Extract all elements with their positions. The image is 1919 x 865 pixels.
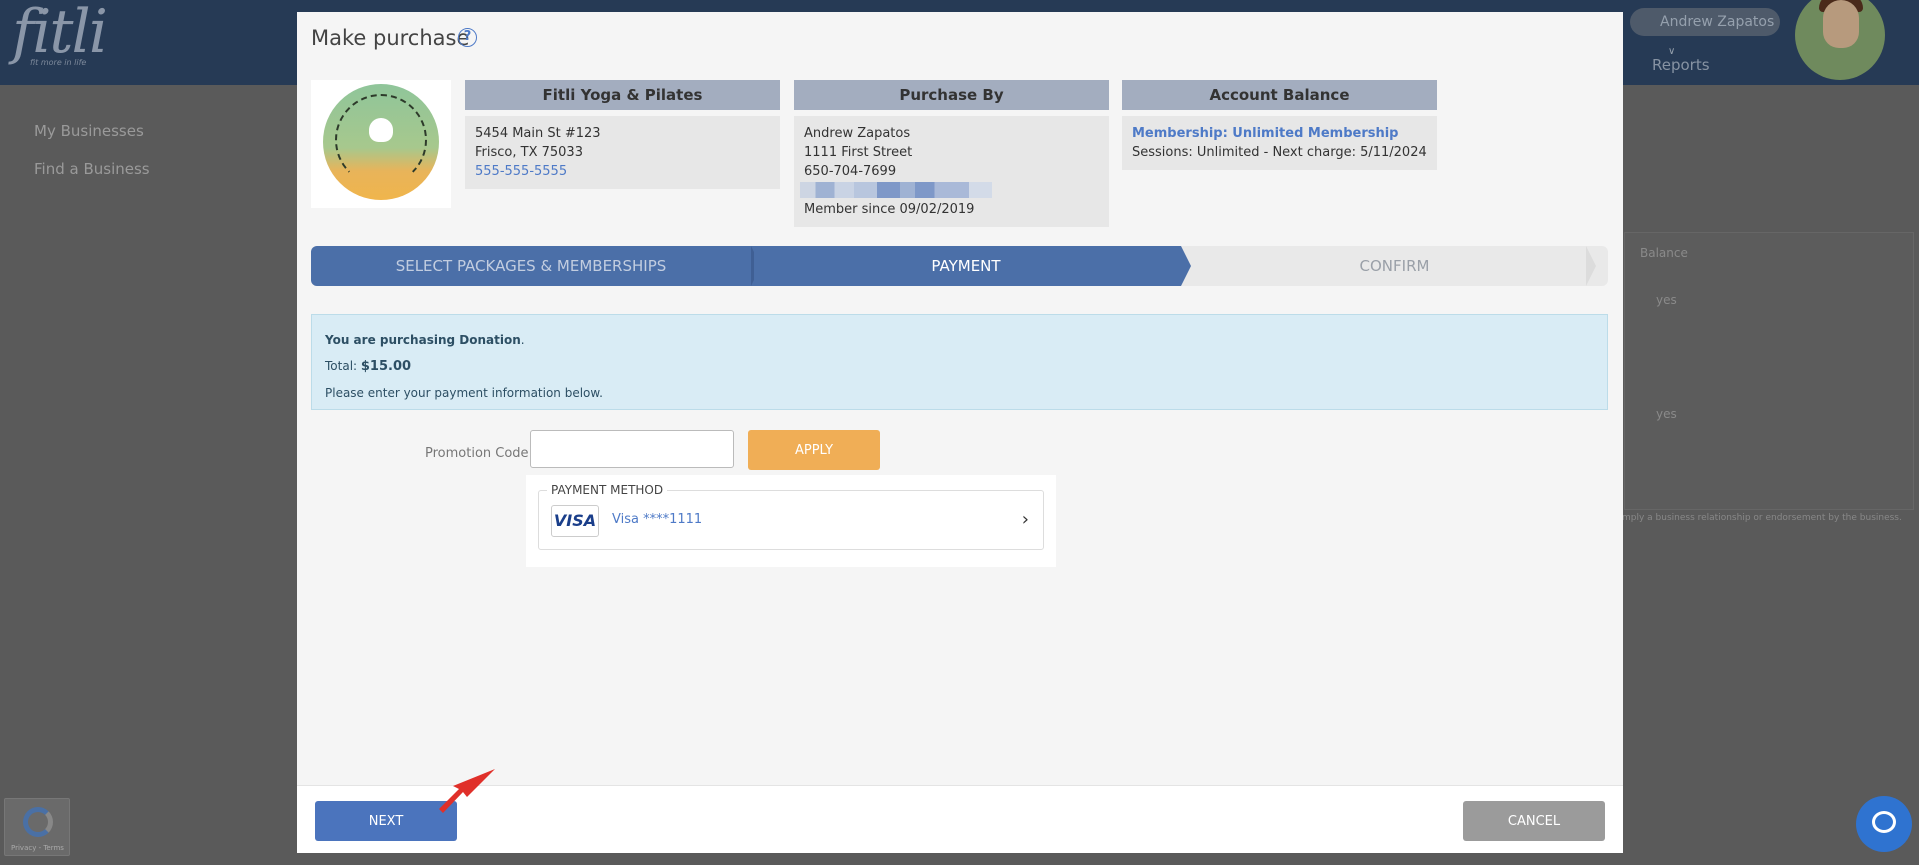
business-phone-link[interactable]: 555-555-5555 <box>475 162 770 181</box>
purchaser-phone: 650-704-7699 <box>804 164 897 179</box>
sessions-info: Sessions: Unlimited - Next charge: 5/11/… <box>1132 145 1427 160</box>
recaptcha-icon <box>23 807 53 837</box>
modal-title: Make purchase <box>311 26 470 50</box>
payment-method-section: PAYMENT METHOD VISA Visa ****1111 › <box>526 475 1056 567</box>
avatar[interactable] <box>1795 0 1885 80</box>
help-icon[interactable]: ? <box>458 28 477 47</box>
next-button[interactable]: NEXT <box>315 801 457 841</box>
business-logo <box>311 80 451 208</box>
user-name: Andrew Zapatos <box>1660 14 1775 30</box>
chevron-right-icon: › <box>1021 509 1029 530</box>
business-address-line2: Frisco, TX 75033 <box>475 145 583 160</box>
promo-code-label: Promotion Code <box>425 446 529 461</box>
payment-instruction: Please enter your payment information be… <box>325 386 603 400</box>
business-address-line1: 5454 Main St #123 <box>475 126 601 141</box>
sidebar-item-find-business[interactable]: Find a Business <box>34 160 150 178</box>
cancel-button[interactable]: CANCEL <box>1463 801 1605 841</box>
user-menu[interactable]: Andrew Zapatos ∨ <box>1630 8 1780 57</box>
account-balance-card: Account Balance Membership: Unlimited Me… <box>1122 80 1437 170</box>
nav-reports[interactable]: Reports <box>1652 56 1710 74</box>
total-value: $15.00 <box>360 359 412 374</box>
make-purchase-modal: Make purchase ? Fitli Yoga & Pilates 545… <box>297 12 1623 853</box>
chat-button[interactable] <box>1856 796 1912 852</box>
annotation-arrow-icon <box>439 769 495 813</box>
payment-method-selector[interactable]: PAYMENT METHOD VISA Visa ****1111 › <box>538 483 1044 550</box>
footnote: mply a business relationship or endorsem… <box>1622 513 1902 523</box>
purchaser-street: 1111 First Street <box>804 145 913 160</box>
card-label: Visa ****1111 <box>612 512 703 527</box>
background-table <box>1624 232 1914 510</box>
redacted-field <box>800 182 992 198</box>
step-confirm: CONFIRM <box>1359 257 1430 275</box>
member-since: Member since 09/02/2019 <box>804 202 975 217</box>
table-cell: yes <box>1656 293 1677 307</box>
step-select-packages[interactable]: SELECT PACKAGES & MEMBERSHIPS <box>311 246 751 286</box>
sidebar-item-my-businesses[interactable]: My Businesses <box>34 122 144 140</box>
recaptcha-badge[interactable]: Privacy - Terms <box>4 798 70 856</box>
step-payment: PAYMENT <box>751 246 1181 286</box>
fitli-logo[interactable]: fitli <box>12 2 108 62</box>
purchaser-header: Purchase By <box>794 80 1109 110</box>
business-name: Fitli Yoga & Pilates <box>465 80 780 110</box>
payment-method-legend: PAYMENT METHOD <box>547 483 668 497</box>
yoga-figure-icon <box>369 118 393 142</box>
purchase-steps: SELECT PACKAGES & MEMBERSHIPS PAYMENT CO… <box>311 246 1608 286</box>
logo-tagline: fit more in life <box>30 58 87 67</box>
purchaser-name: Andrew Zapatos <box>804 126 911 141</box>
business-card: Fitli Yoga & Pilates 5454 Main St #123 F… <box>465 80 780 189</box>
table-cell: yes <box>1656 407 1677 421</box>
recaptcha-terms: Privacy - Terms <box>11 844 64 852</box>
purchaser-card: Purchase By Andrew Zapatos 1111 First St… <box>794 80 1109 227</box>
membership-link[interactable]: Membership: Unlimited Membership <box>1132 124 1427 143</box>
apply-button[interactable]: APPLY <box>748 430 880 470</box>
promo-code-input[interactable] <box>530 430 734 468</box>
chat-bubble-icon <box>1872 811 1896 833</box>
account-balance-header: Account Balance <box>1122 80 1437 110</box>
total-label: Total: <box>325 359 361 373</box>
purchase-item: You are purchasing Donation <box>325 333 521 347</box>
visa-icon: VISA <box>551 505 599 537</box>
table-header-balance: Balance <box>1640 246 1688 260</box>
purchase-summary-alert: You are purchasing Donation. Total: $15.… <box>311 314 1608 410</box>
